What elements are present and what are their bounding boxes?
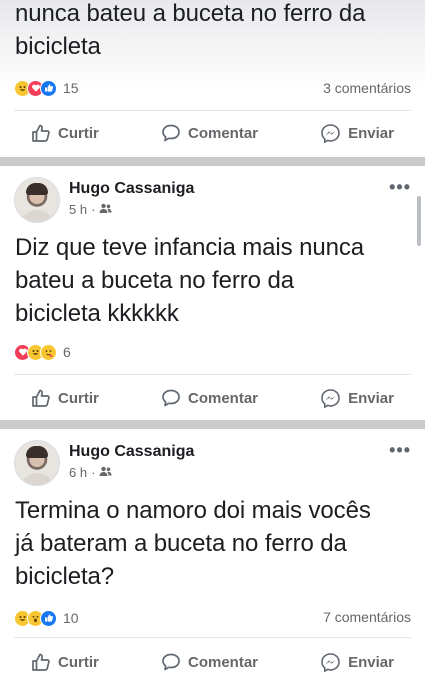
thumbs-up-icon — [31, 652, 51, 672]
post-time[interactable]: 6 h — [69, 465, 87, 480]
like-label: Curtir — [58, 389, 99, 407]
comment-label: Comentar — [187, 653, 258, 671]
comment-button[interactable]: Comentar — [161, 123, 258, 143]
reaction-count: 15 — [63, 80, 79, 96]
comments-count[interactable]: 7 comentários — [323, 609, 411, 625]
divider — [14, 110, 411, 111]
more-options-button[interactable]: ••• — [389, 177, 411, 198]
comment-button[interactable]: Comentar — [161, 388, 258, 408]
post-meta: 5 h · — [69, 202, 113, 217]
comment-bubble-icon — [161, 388, 181, 408]
send-button[interactable]: Enviar — [320, 652, 394, 673]
avatar[interactable] — [14, 440, 60, 486]
post-text: nunca bateu a buceta no ferro da bicicle… — [15, 0, 366, 60]
action-bar: Curtir Comentar Enviar — [0, 380, 425, 416]
author-name[interactable]: Hugo Cassaniga — [69, 443, 194, 461]
avatar[interactable] — [14, 177, 60, 223]
reaction-count: 6 — [63, 344, 71, 360]
messenger-icon — [320, 388, 341, 409]
post-card: Hugo Cassaniga 5 h · ••• Diz que teve in… — [0, 166, 425, 420]
post-header: Hugo Cassaniga 5 h · ••• — [14, 177, 411, 225]
post-meta: 6 h · — [69, 465, 113, 480]
care-reaction-icon — [40, 343, 57, 361]
comment-label: Comentar — [187, 124, 258, 142]
send-label: Enviar — [348, 653, 394, 671]
thumbs-up-icon — [31, 123, 51, 143]
action-bar: Curtir Comentar Enviar — [0, 115, 425, 151]
send-label: Enviar — [348, 124, 394, 142]
messenger-icon — [320, 123, 341, 144]
more-options-button[interactable]: ••• — [389, 440, 411, 461]
post-time[interactable]: 5 h — [69, 202, 87, 217]
like-button[interactable]: Curtir — [31, 388, 99, 408]
scrollbar[interactable] — [417, 196, 421, 246]
friends-icon — [99, 465, 113, 480]
reactions-summary[interactable]: 10 — [14, 608, 79, 628]
like-button[interactable]: Curtir — [31, 123, 99, 143]
messenger-icon — [320, 652, 341, 673]
divider — [14, 374, 411, 375]
send-button[interactable]: Enviar — [320, 388, 394, 409]
reactions-summary[interactable]: 6 — [14, 342, 71, 362]
send-button[interactable]: Enviar — [320, 123, 394, 144]
comment-bubble-icon — [161, 123, 181, 143]
comment-bubble-icon — [161, 652, 181, 672]
post-card: nunca bateu a buceta no ferro da bicicle… — [0, 0, 425, 157]
like-reaction-icon — [40, 79, 57, 97]
like-label: Curtir — [58, 124, 99, 142]
divider — [14, 637, 411, 638]
author-name[interactable]: Hugo Cassaniga — [69, 180, 194, 198]
post-header: Hugo Cassaniga 6 h · ••• — [14, 440, 411, 488]
action-bar: Curtir Comentar Enviar — [0, 644, 425, 680]
reactions-summary[interactable]: 15 — [14, 78, 79, 98]
comment-button[interactable]: Comentar — [161, 652, 258, 672]
comments-count[interactable]: 3 comentários — [323, 80, 411, 96]
like-label: Curtir — [58, 653, 99, 671]
comment-label: Comentar — [187, 389, 258, 407]
post-card: Hugo Cassaniga 6 h · ••• Termina o namor… — [0, 429, 425, 680]
post-text: Termina o namoro doi mais vocês já bater… — [15, 497, 371, 590]
like-reaction-icon — [40, 609, 57, 627]
thumbs-up-icon — [31, 388, 51, 408]
send-label: Enviar — [348, 389, 394, 407]
post-text: Diz que teve infancia mais nunca bateu a… — [15, 234, 364, 327]
like-button[interactable]: Curtir — [31, 652, 99, 672]
reaction-count: 10 — [63, 610, 79, 626]
friends-icon — [99, 202, 113, 217]
